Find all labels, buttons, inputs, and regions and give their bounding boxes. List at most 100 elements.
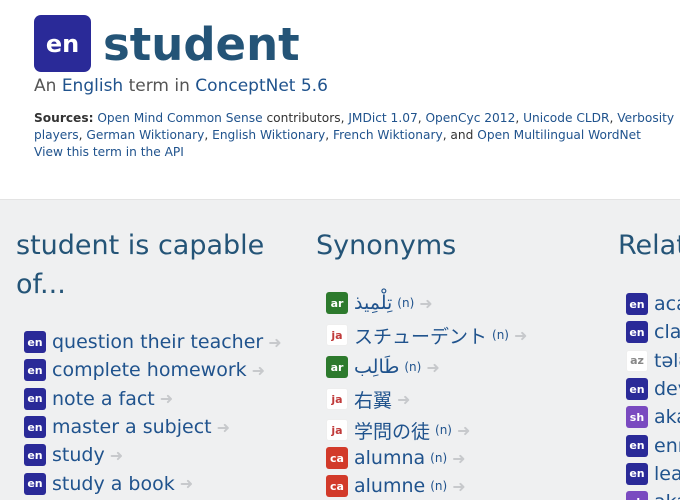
language-badge: ja (326, 324, 348, 346)
arrow-right-icon[interactable]: ➜ (268, 333, 281, 352)
related-item-link[interactable]: academic (654, 293, 680, 315)
source-link-french-wiktionary[interactable]: French Wiktionary (333, 128, 443, 142)
language-badge: sh (626, 406, 648, 429)
synonyms-item-link[interactable]: تِلْمِيذ (354, 292, 392, 314)
arrow-right-icon[interactable]: ➜ (426, 358, 439, 377)
synonyms-item-link[interactable]: 学問の徒 (354, 417, 430, 444)
language-link[interactable]: English (62, 76, 123, 96)
language-badge: ja (326, 419, 348, 441)
synonyms-item-link[interactable]: 右翼 (354, 386, 392, 413)
related-item-link[interactable]: learn (654, 463, 680, 485)
arrow-right-icon[interactable]: ➜ (452, 477, 465, 496)
sources-and: , and (442, 128, 478, 142)
sources-contributors-text: contributors, (262, 111, 349, 125)
related-item-link[interactable]: dev (654, 378, 680, 400)
term-subtitle: An English term in ConceptNet 5.6 (34, 76, 328, 96)
synonyms-item[interactable]: ar طَالِب (n) ➜ (326, 352, 527, 382)
arrow-right-icon[interactable]: ➜ (514, 326, 527, 345)
arrow-right-icon[interactable]: ➜ (457, 421, 470, 440)
synonyms-item-link[interactable]: طَالِب (354, 356, 399, 378)
arrow-right-icon[interactable]: ➜ (397, 390, 410, 409)
capable-item[interactable]: en note a fact ➜ (24, 385, 282, 413)
synonyms-item[interactable]: ar تِلْمِيذ (n) ➜ (326, 288, 527, 318)
capable-item-link[interactable]: study a book (52, 473, 175, 495)
language-badge: en (24, 359, 46, 382)
language-badge: en (34, 15, 91, 72)
related-item[interactable]: enlearn (626, 460, 680, 488)
language-badge: en (626, 378, 648, 401)
language-badge: en (24, 331, 46, 354)
related-item[interactable]: enclass (626, 318, 680, 346)
subtitle-prefix: An (34, 76, 62, 96)
related-item[interactable]: en academic (626, 290, 680, 318)
part-of-speech-label: (n) (435, 423, 452, 437)
source-link-jmdict[interactable]: JMDict 1.07 (348, 111, 417, 125)
source-link-opencyc[interactable]: OpenCyc 2012 (425, 111, 515, 125)
arrow-right-icon[interactable]: ➜ (452, 449, 465, 468)
capable-item[interactable]: en study a book ➜ (24, 469, 282, 497)
source-link-german-wiktionary[interactable]: German Wiktionary (86, 128, 204, 142)
language-badge: en (626, 462, 648, 485)
capable-item-link[interactable]: master a subject (52, 416, 212, 438)
subtitle-mid: term in (123, 76, 196, 96)
synonyms-item-link[interactable]: alumna (354, 447, 425, 469)
synonyms-item[interactable]: ca alumna (n) ➜ (326, 444, 527, 472)
related-terms-list: enacademicenclassaztələbəendevshakademik… (626, 290, 680, 500)
synonyms-item[interactable]: ca alumne (n) ➜ (326, 472, 527, 500)
related-item-link[interactable]: aka (654, 491, 680, 500)
language-badge: en (626, 293, 648, 316)
capable-item-link[interactable]: study (52, 444, 105, 466)
capable-of-list: en question their teacher ➜ en complete home… (24, 328, 282, 498)
related-item[interactable]: endev (626, 375, 680, 403)
sources-separator: , (204, 128, 213, 142)
arrow-right-icon[interactable]: ➜ (217, 418, 230, 437)
capable-item-link[interactable]: note a fact (52, 388, 155, 410)
part-of-speech-label: (n) (492, 328, 509, 342)
related-item-link[interactable]: class (654, 321, 680, 343)
language-badge: ca (326, 475, 348, 497)
capable-item[interactable]: en study ➜ (24, 441, 282, 469)
sources-separator: , (515, 111, 524, 125)
related-item[interactable]: en enroll (626, 431, 680, 459)
language-badge: en (24, 444, 46, 467)
language-badge: en (24, 472, 46, 495)
related-item[interactable]: shaka (626, 488, 680, 500)
source-link-wordnet[interactable]: Open Multilingual WordNet (477, 128, 641, 142)
source-link-english-wiktionary[interactable]: English Wiktionary (212, 128, 325, 142)
language-badge: ja (326, 388, 348, 410)
synonyms-list: ar تِلْمِيذ (n) ➜ ja スチューデント (n) ➜ ar طَالِب (n) ➜ j… (326, 288, 527, 500)
arrow-right-icon[interactable]: ➜ (110, 446, 123, 465)
related-item[interactable]: az tələbə (626, 347, 680, 375)
related-item-link[interactable]: tələbə (654, 350, 680, 372)
synonyms-item[interactable]: ja スチューデント (n) ➜ (326, 318, 527, 352)
api-link[interactable]: View this term in the API (34, 145, 184, 159)
related-item-link[interactable]: akademik (654, 406, 680, 428)
synonyms-item-link[interactable]: alumne (354, 475, 425, 497)
capable-of-heading: student is capable of... (16, 230, 265, 300)
arrow-right-icon[interactable]: ➜ (180, 474, 193, 493)
capable-item-link[interactable]: question their teacher (52, 331, 263, 353)
synonyms-item[interactable]: ja 学問の徒 (n) ➜ (326, 416, 527, 444)
arrow-right-icon[interactable]: ➜ (252, 361, 265, 380)
arrow-right-icon[interactable]: ➜ (160, 389, 173, 408)
source-link-cldr[interactable]: Unicode CLDR (523, 111, 609, 125)
conceptnet-link[interactable]: ConceptNet 5.6 (195, 76, 328, 96)
part-of-speech-label: (n) (397, 296, 415, 310)
capable-item[interactable]: en master a subject ➜ (24, 413, 282, 441)
capable-item[interactable]: en question their teacher ➜ (24, 328, 282, 356)
term-header: en student An English term in ConceptNet… (0, 0, 680, 200)
arrow-right-icon[interactable]: ➜ (419, 294, 432, 313)
capable-item-link[interactable]: complete homework (52, 359, 247, 381)
related-item[interactable]: sh akademik (626, 403, 680, 431)
synonyms-item[interactable]: ja 右翼 ➜ (326, 382, 527, 416)
capable-item[interactable]: en complete homework ➜ (24, 356, 282, 384)
relations-section: student is capable of... en question thei… (0, 200, 680, 500)
language-badge: en (626, 434, 648, 457)
related-terms-heading: Related terms (618, 230, 680, 261)
part-of-speech-label: (n) (430, 451, 448, 465)
language-badge: ar (326, 292, 348, 314)
source-link-omcs[interactable]: Open Mind Common Sense (97, 111, 262, 125)
related-item-link[interactable]: enroll (654, 435, 680, 457)
language-badge: ca (326, 447, 348, 469)
synonyms-item-link[interactable]: スチューデント (354, 322, 487, 349)
